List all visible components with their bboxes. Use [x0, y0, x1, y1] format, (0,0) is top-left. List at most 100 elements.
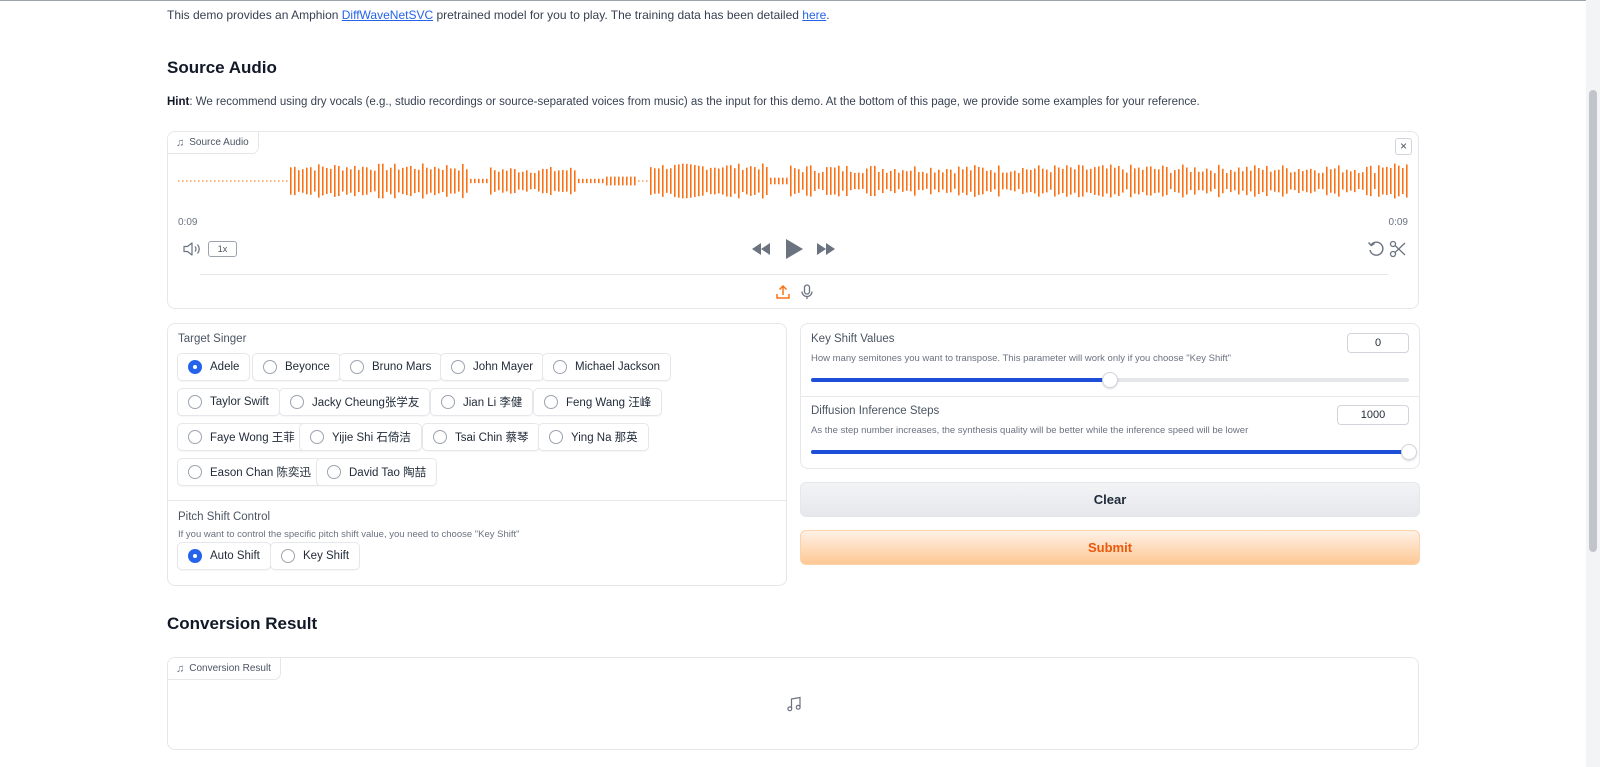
fast-forward-icon[interactable] — [815, 238, 837, 260]
clear-audio-button[interactable]: × — [1395, 138, 1412, 155]
player-divider — [200, 274, 1388, 275]
radio-button[interactable] — [188, 549, 202, 563]
radio-button[interactable] — [553, 360, 567, 374]
radio-label: Faye Wong 王菲 — [210, 432, 295, 444]
singer-option-jacky-cheung[interactable]: Jacky Cheung张学友 — [279, 388, 431, 416]
pitch-shift-option-key-shift[interactable]: Key Shift — [270, 542, 361, 570]
singer-option-feng-wang[interactable]: Feng Wang 汪峰 — [533, 388, 663, 416]
singer-option-john-mayer[interactable]: John Mayer — [440, 353, 545, 381]
radio-button[interactable] — [451, 360, 465, 374]
radio-button[interactable] — [188, 465, 202, 479]
waveform-bar — [762, 163, 764, 199]
singer-option-beyonce[interactable]: Beyonce — [252, 353, 341, 381]
waveform-bar — [250, 180, 252, 182]
waveform-bar — [286, 180, 288, 182]
singer-option-faye-wong[interactable]: Faye Wong 王菲 — [177, 423, 306, 451]
waveform-bar — [330, 168, 332, 194]
waveform-bar — [1362, 172, 1364, 190]
waveform-bar — [714, 167, 716, 195]
waveform-bar — [866, 168, 868, 194]
scrollbar-thumb[interactable] — [1589, 90, 1597, 552]
diffusion-steps-slider-knob[interactable] — [1401, 444, 1417, 460]
radio-button[interactable] — [544, 395, 558, 409]
singer-option-bruno-mars[interactable]: Bruno Mars — [339, 353, 443, 381]
radio-button[interactable] — [281, 549, 295, 563]
waveform-bar — [890, 170, 892, 192]
waveform-bar — [270, 180, 272, 182]
waveform-bar — [310, 167, 312, 195]
waveform-bar — [1218, 164, 1220, 198]
play-icon[interactable] — [784, 238, 804, 260]
waveform-bar — [1258, 168, 1260, 194]
key-shift-slider[interactable] — [811, 372, 1409, 388]
waveform-bar — [1310, 168, 1312, 194]
waveform-bar — [534, 172, 536, 190]
waveform-bar — [390, 167, 392, 195]
singer-option-eason-chan[interactable]: Eason Chan 陈奕迅 — [177, 458, 322, 486]
model-link[interactable]: DiffWaveNetSVC — [342, 8, 433, 22]
waveform-bar — [1054, 165, 1056, 197]
radio-button[interactable] — [188, 395, 202, 409]
radio-button[interactable] — [188, 430, 202, 444]
waveform-bar — [1034, 168, 1036, 194]
undo-icon[interactable] — [1367, 240, 1385, 258]
waveform-bar — [682, 163, 684, 199]
diffusion-steps-input[interactable]: 1000 — [1337, 405, 1409, 425]
radio-button[interactable] — [188, 360, 202, 374]
waveform-bar — [234, 180, 236, 182]
waveform-bar — [182, 180, 184, 182]
volume-icon[interactable] — [182, 241, 202, 257]
rewind-icon[interactable] — [750, 238, 772, 260]
singer-option-tsai-chin[interactable]: Tsai Chin 蔡琴 — [422, 423, 540, 451]
singer-option-david-tao[interactable]: David Tao 陶喆 — [316, 458, 438, 486]
music-note-icon — [787, 696, 801, 712]
page-scrollbar[interactable] — [1586, 0, 1600, 767]
waveform-bar — [402, 167, 404, 195]
waveform-bar — [1114, 167, 1116, 195]
diffusion-steps-slider[interactable] — [811, 444, 1417, 460]
waveform-bar — [418, 169, 420, 193]
conversion-result-label: ♫ Conversion Result — [168, 658, 281, 680]
pitch-shift-info: If you want to control the specific pitc… — [178, 529, 520, 540]
radio-button[interactable] — [263, 360, 277, 374]
singer-option-ying-na[interactable]: Ying Na 那英 — [538, 423, 649, 451]
radio-button[interactable] — [549, 430, 563, 444]
upload-icon[interactable] — [775, 284, 791, 300]
waveform-bar — [838, 165, 840, 197]
microphone-icon[interactable] — [799, 284, 815, 300]
waveform-bar — [554, 171, 556, 191]
radio-button[interactable] — [310, 430, 324, 444]
training-data-link[interactable]: here — [802, 8, 826, 22]
waveform-bar — [1234, 171, 1236, 191]
playback-rate-button[interactable]: 1x — [208, 241, 237, 257]
clear-button[interactable]: Clear — [800, 482, 1420, 517]
submit-button[interactable]: Submit — [800, 530, 1420, 565]
radio-button[interactable] — [433, 430, 447, 444]
parameters-separator — [801, 396, 1419, 397]
key-shift-slider-knob[interactable] — [1102, 372, 1118, 388]
waveform-bar — [898, 172, 900, 190]
radio-button[interactable] — [441, 395, 455, 409]
target-singer-panel: Target Singer Adele Beyonce Bruno Mars John… — [167, 323, 787, 586]
waveform-bar — [1186, 167, 1188, 195]
waveform-bar — [406, 166, 408, 196]
radio-button[interactable] — [290, 395, 304, 409]
waveform-bar — [726, 165, 728, 197]
waveform[interactable] — [178, 157, 1410, 205]
radio-button[interactable] — [327, 465, 341, 479]
key-shift-input[interactable]: 0 — [1347, 333, 1409, 353]
waveform-bar — [1010, 171, 1012, 191]
scissors-icon[interactable] — [1389, 240, 1407, 258]
singer-option-adele[interactable]: Adele — [177, 353, 251, 381]
waveform-bar — [362, 166, 364, 196]
waveform-bar — [450, 168, 452, 194]
waveform-bar — [650, 167, 652, 195]
radio-button[interactable] — [350, 360, 364, 374]
music-note-icon: ♫ — [176, 136, 185, 149]
singer-option-taylor-swift[interactable]: Taylor Swift — [177, 388, 280, 416]
pitch-shift-option-auto-shift[interactable]: Auto Shift — [177, 542, 271, 570]
singer-option-michael-jackson[interactable]: Michael Jackson — [542, 353, 672, 381]
waveform-bar — [1238, 167, 1240, 195]
singer-option-yijie-shi[interactable]: Yijie Shi 石倚洁 — [299, 423, 422, 451]
singer-option-jian-li[interactable]: Jian Li 李健 — [430, 388, 534, 416]
